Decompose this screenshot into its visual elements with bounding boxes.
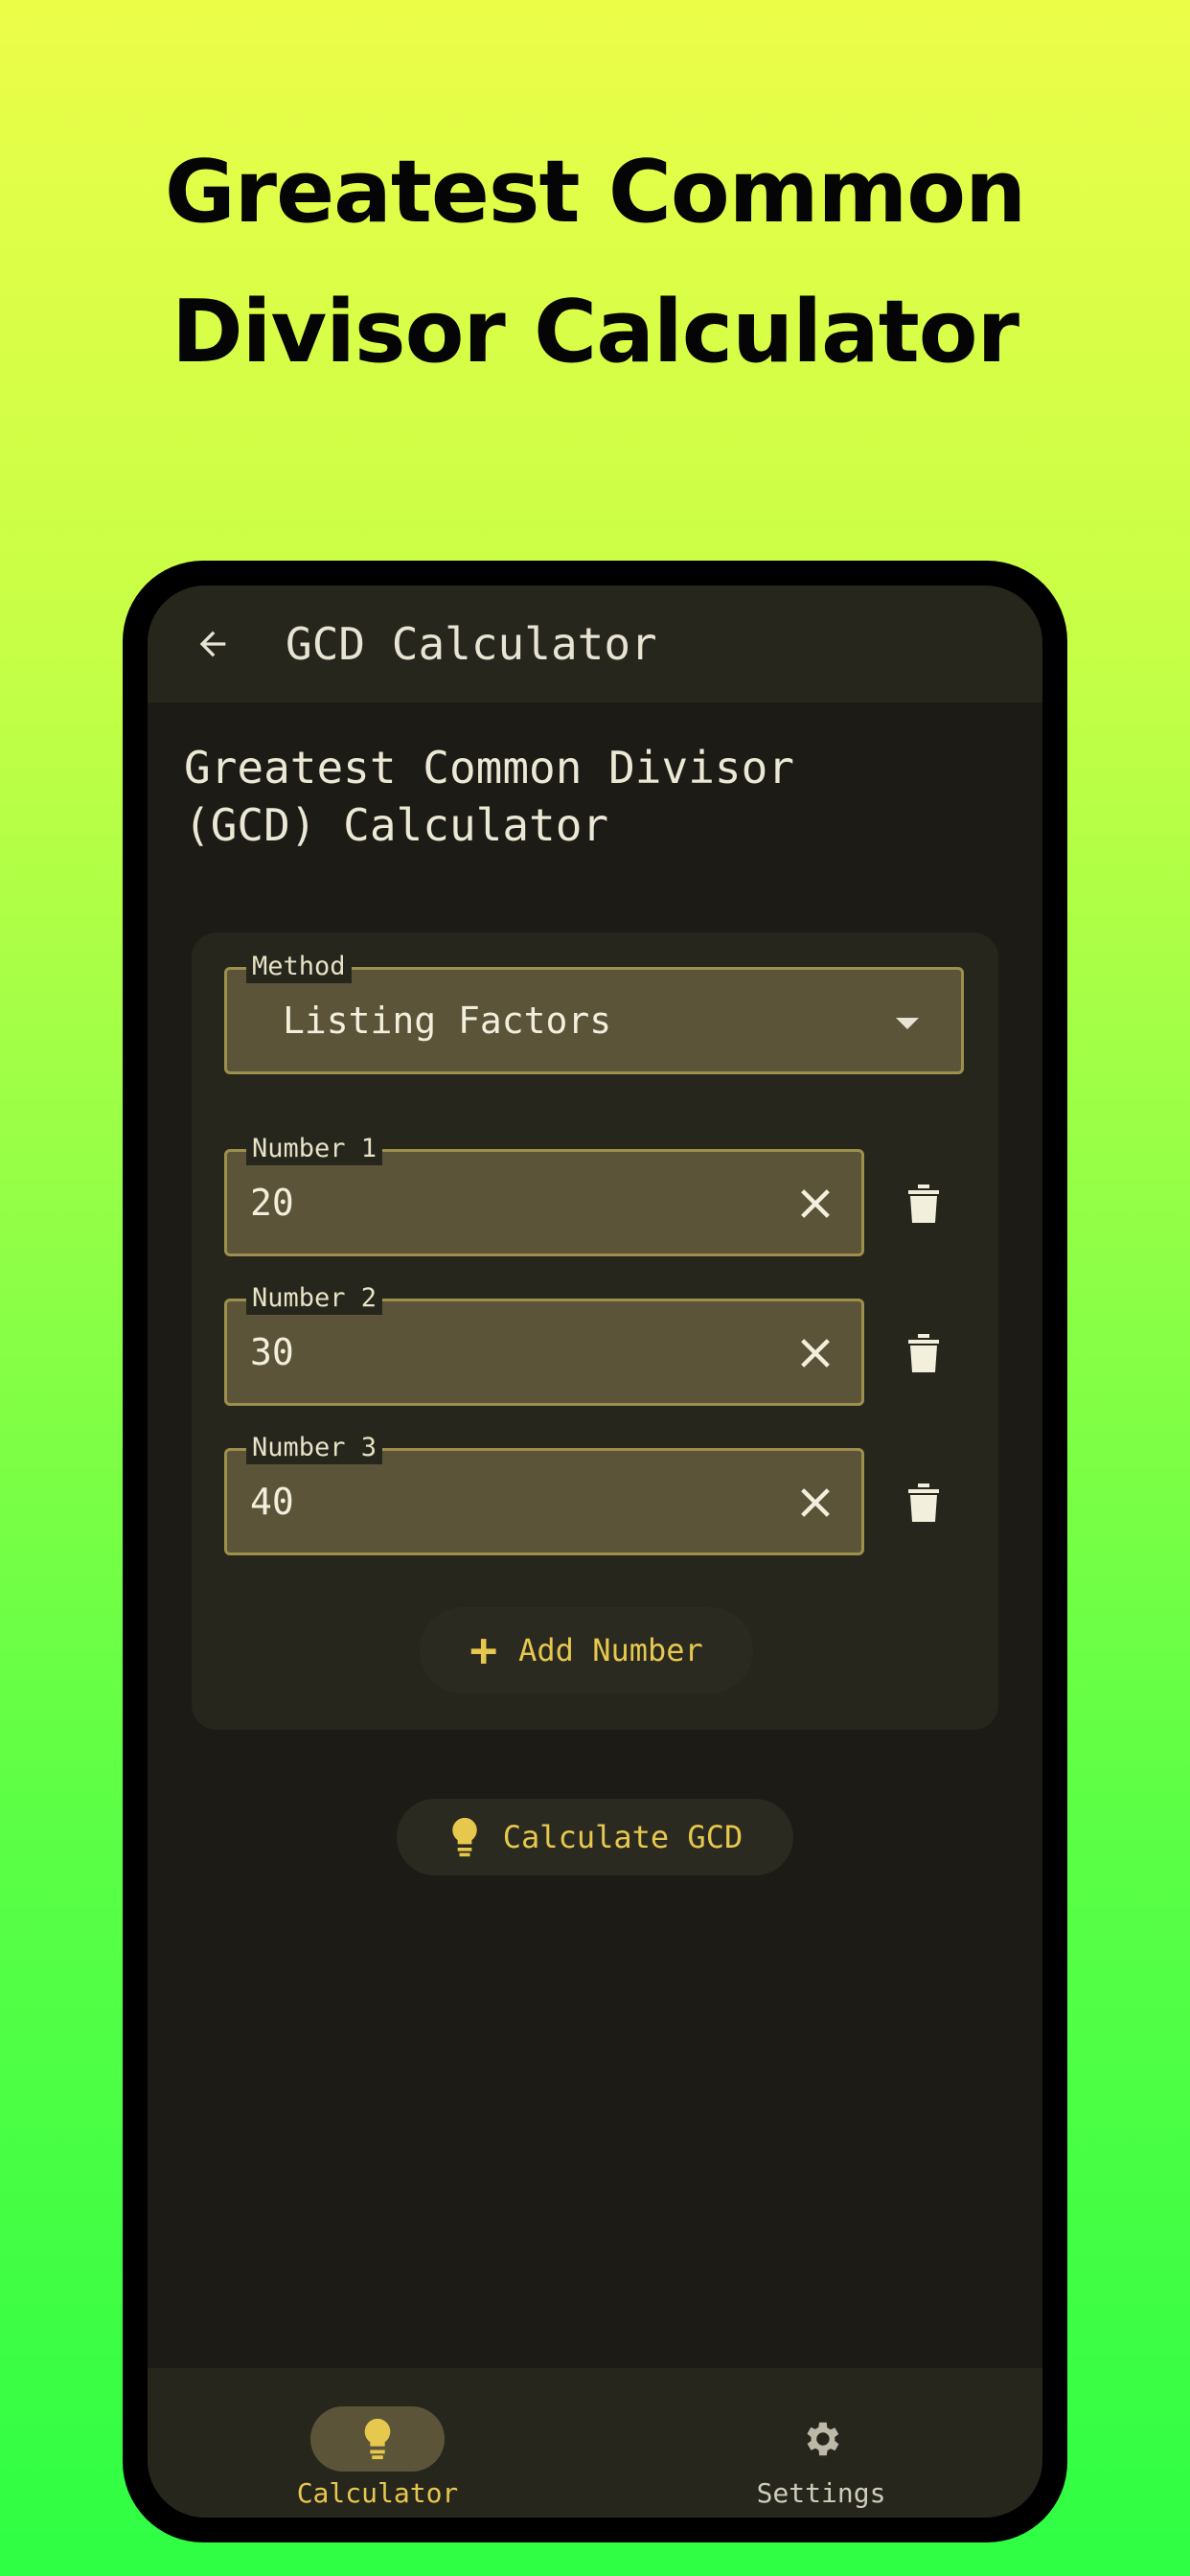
input-card: Method Listing Factors Number 1 20 Numbe… xyxy=(192,932,998,1730)
nav-item-settings[interactable]: Settings xyxy=(677,2368,965,2518)
arrow-left-icon xyxy=(199,631,226,657)
clear-button[interactable] xyxy=(789,1177,842,1230)
clear-button[interactable] xyxy=(789,1476,842,1530)
nav-label-calculator: Calculator xyxy=(296,2477,459,2509)
calculate-gcd-label: Calculate GCD xyxy=(502,1819,744,1855)
lightbulb-icon xyxy=(452,1817,477,1857)
number-field[interactable]: Number 1 20 xyxy=(224,1133,864,1256)
back-button[interactable] xyxy=(174,606,251,682)
method-value: Listing Factors xyxy=(283,1000,612,1042)
delete-button[interactable] xyxy=(897,1322,950,1383)
page-heading-line1: Greatest Common Divisor xyxy=(184,742,794,794)
delete-button[interactable] xyxy=(897,1471,950,1532)
app-bar: GCD Calculator xyxy=(148,586,1042,702)
bottom-navigation: Calculator Settings xyxy=(148,2368,1042,2518)
number-field-value: 40 xyxy=(250,1481,294,1523)
plus-icon: + xyxy=(469,1623,498,1677)
number-field[interactable]: Number 3 40 xyxy=(224,1432,864,1555)
number-field[interactable]: Number 2 30 xyxy=(224,1282,864,1406)
trash-icon xyxy=(908,1334,939,1372)
phone-frame: GCD Calculator Greatest Common Divisor (… xyxy=(123,561,1067,2542)
lightbulb-icon xyxy=(364,2418,391,2460)
close-icon xyxy=(801,1189,830,1218)
app-screen: GCD Calculator Greatest Common Divisor (… xyxy=(148,586,1042,2518)
page-heading-line2: (GCD) Calculator xyxy=(184,799,609,851)
promo-title-line2: Divisor Calculator xyxy=(171,282,1019,382)
gear-icon xyxy=(807,2422,839,2456)
dropdown-arrow-icon xyxy=(896,1018,919,1029)
add-number-button[interactable]: + Add Number xyxy=(420,1607,753,1693)
calculate-gcd-button[interactable]: Calculate GCD xyxy=(397,1799,793,1875)
nav-icon-holder xyxy=(754,2406,888,2472)
nav-item-calculator[interactable]: Calculator xyxy=(234,2368,521,2518)
promo-title: Greatest Common Divisor Calculator xyxy=(0,123,1190,402)
delete-button[interactable] xyxy=(897,1172,950,1233)
number-field-value: 20 xyxy=(250,1182,294,1224)
method-dropdown[interactable]: Method Listing Factors xyxy=(224,951,964,1074)
add-number-label: Add Number xyxy=(518,1632,703,1668)
promo-title-line1: Greatest Common xyxy=(164,142,1026,242)
number-field-value: 30 xyxy=(250,1331,294,1373)
app-bar-title: GCD Calculator xyxy=(286,618,657,670)
trash-icon xyxy=(908,1184,939,1223)
close-icon xyxy=(801,1488,830,1517)
clear-button[interactable] xyxy=(789,1326,842,1380)
close-icon xyxy=(801,1339,830,1368)
nav-active-indicator xyxy=(310,2406,445,2472)
nav-label-settings: Settings xyxy=(756,2477,886,2509)
page-heading: Greatest Common Divisor (GCD) Calculator xyxy=(184,739,1008,854)
trash-icon xyxy=(908,1484,939,1522)
